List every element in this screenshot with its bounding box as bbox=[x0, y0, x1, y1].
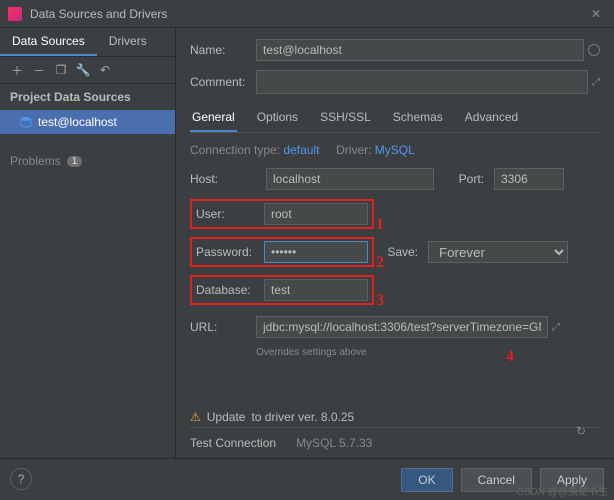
expand-icon[interactable]: ⤢ bbox=[592, 77, 600, 88]
tab-drivers[interactable]: Drivers bbox=[97, 28, 159, 56]
subtab-schemas[interactable]: Schemas bbox=[391, 104, 445, 132]
port-label: Port: bbox=[444, 172, 484, 186]
comment-label: Comment: bbox=[190, 75, 256, 89]
comment-input[interactable] bbox=[256, 70, 588, 94]
help-button[interactable]: ? bbox=[10, 468, 32, 490]
warning-row: ⚠ Update to driver ver. 8.0.25 bbox=[190, 410, 600, 424]
wrench-icon[interactable]: 🔧 bbox=[76, 63, 90, 77]
problems-label: Problems bbox=[10, 154, 61, 168]
user-input[interactable] bbox=[264, 203, 368, 225]
app-logo-icon bbox=[8, 7, 22, 21]
test-connection-link[interactable]: Test Connection bbox=[190, 436, 276, 450]
warning-icon: ⚠ bbox=[190, 410, 201, 424]
port-input[interactable] bbox=[494, 168, 564, 190]
titlebar: Data Sources and Drivers ✕ bbox=[0, 0, 614, 28]
section-header: Project Data Sources bbox=[0, 84, 175, 110]
remove-icon[interactable]: － bbox=[32, 63, 46, 77]
password-label: Password: bbox=[196, 245, 254, 259]
database-input[interactable] bbox=[264, 279, 368, 301]
connection-type-row: Connection type: default Driver: MySQL bbox=[190, 143, 600, 157]
watermark: CSDN @@儒是书生 bbox=[517, 483, 608, 498]
copy-icon[interactable]: ❐ bbox=[54, 63, 68, 77]
url-label: URL: bbox=[190, 320, 256, 334]
subtab-options[interactable]: Options bbox=[255, 104, 300, 132]
host-input[interactable] bbox=[266, 168, 434, 190]
left-toolbar: ＋ － ❐ 🔧 ↶ bbox=[0, 57, 175, 84]
close-icon[interactable]: ✕ bbox=[586, 7, 606, 21]
url-override-text: Overrides settings above bbox=[256, 347, 600, 358]
url-expand-icon[interactable]: ⤢ bbox=[552, 322, 560, 333]
right-panel: Name: Comment: ⤢ General Options SSH/SSL… bbox=[176, 28, 614, 458]
subtab-general[interactable]: General bbox=[190, 104, 237, 132]
warning-text: to driver ver. 8.0.25 bbox=[251, 410, 354, 424]
ok-button[interactable]: OK bbox=[401, 468, 452, 492]
left-panel: Data Sources Drivers ＋ － ❐ 🔧 ↶ Project D… bbox=[0, 28, 176, 458]
subtab-advanced[interactable]: Advanced bbox=[463, 104, 520, 132]
data-source-item[interactable]: test@localhost bbox=[0, 110, 175, 134]
user-label: User: bbox=[196, 207, 254, 221]
data-source-label: test@localhost bbox=[38, 115, 117, 129]
window-title: Data Sources and Drivers bbox=[30, 7, 586, 21]
refresh-icon[interactable]: ↻ bbox=[576, 424, 586, 438]
status-indicator-icon bbox=[588, 44, 600, 56]
problems-row[interactable]: Problems 1 bbox=[0, 146, 175, 176]
update-link[interactable]: Update bbox=[207, 410, 246, 424]
name-label: Name: bbox=[190, 43, 256, 57]
url-input[interactable] bbox=[256, 316, 548, 338]
connection-type-link[interactable]: default bbox=[283, 143, 319, 157]
problems-badge: 1 bbox=[67, 156, 83, 167]
database-label: Database: bbox=[196, 283, 254, 297]
password-input[interactable] bbox=[264, 241, 368, 263]
add-icon[interactable]: ＋ bbox=[10, 63, 24, 77]
revert-icon[interactable]: ↶ bbox=[98, 63, 112, 77]
tab-data-sources[interactable]: Data Sources bbox=[0, 28, 97, 56]
save-label: Save: bbox=[384, 245, 418, 259]
driver-link[interactable]: MySQL bbox=[375, 143, 415, 157]
database-icon bbox=[20, 116, 32, 128]
subtab-sshssl[interactable]: SSH/SSL bbox=[318, 104, 373, 132]
db-version: MySQL 5.7.33 bbox=[296, 436, 372, 450]
subtabs: General Options SSH/SSL Schemas Advanced bbox=[190, 104, 600, 133]
save-select[interactable]: Forever bbox=[428, 241, 568, 263]
name-input[interactable] bbox=[256, 39, 584, 61]
host-label: Host: bbox=[190, 172, 256, 186]
